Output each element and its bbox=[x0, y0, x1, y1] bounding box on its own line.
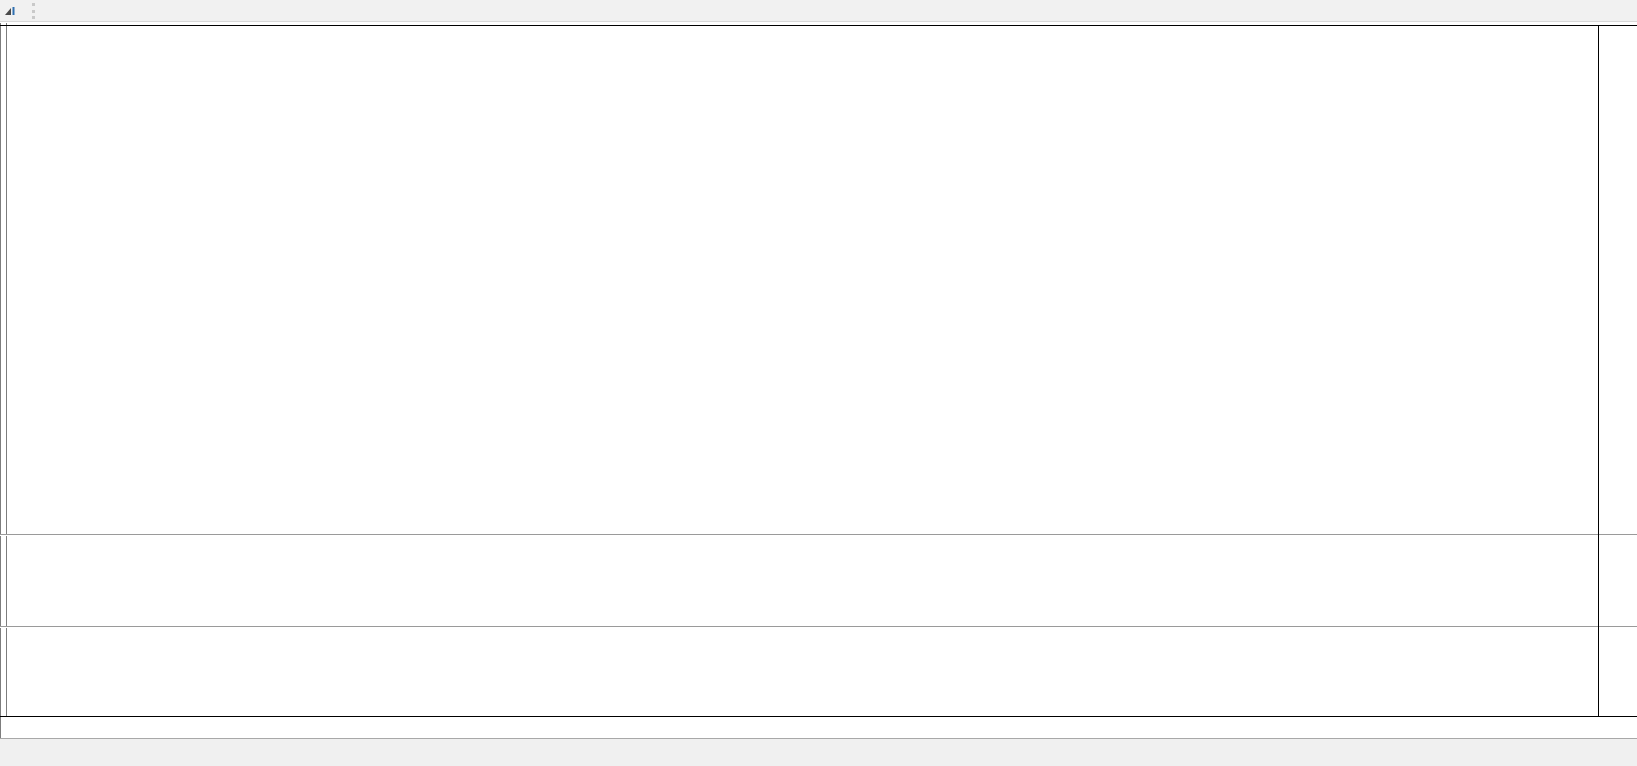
top-toolbar bbox=[0, 0, 1637, 22]
rsi-splitter-highlight bbox=[0, 535, 1637, 536]
macd-indicator-pane[interactable] bbox=[8, 628, 1598, 716]
rsi-indicator-pane[interactable] bbox=[8, 536, 1598, 626]
chart-shift-icon[interactable] bbox=[3, 4, 19, 18]
main-price-chart[interactable] bbox=[8, 25, 1598, 534]
macd-splitter-highlight bbox=[0, 627, 1637, 628]
chart-top-border bbox=[0, 25, 1637, 26]
price-axis-line bbox=[1598, 25, 1599, 717]
chart-shift-icon-glyph bbox=[3, 4, 19, 18]
window-edge-inner bbox=[6, 23, 7, 717]
chart-bottom-border bbox=[0, 716, 1637, 717]
mt4-window: { "toolbar": { "timeframes": ["M1","M5",… bbox=[0, 0, 1637, 766]
toolbar-grip[interactable] bbox=[32, 3, 35, 19]
chart-tab-bar bbox=[0, 738, 1637, 766]
window-edge-outer bbox=[0, 23, 1, 766]
